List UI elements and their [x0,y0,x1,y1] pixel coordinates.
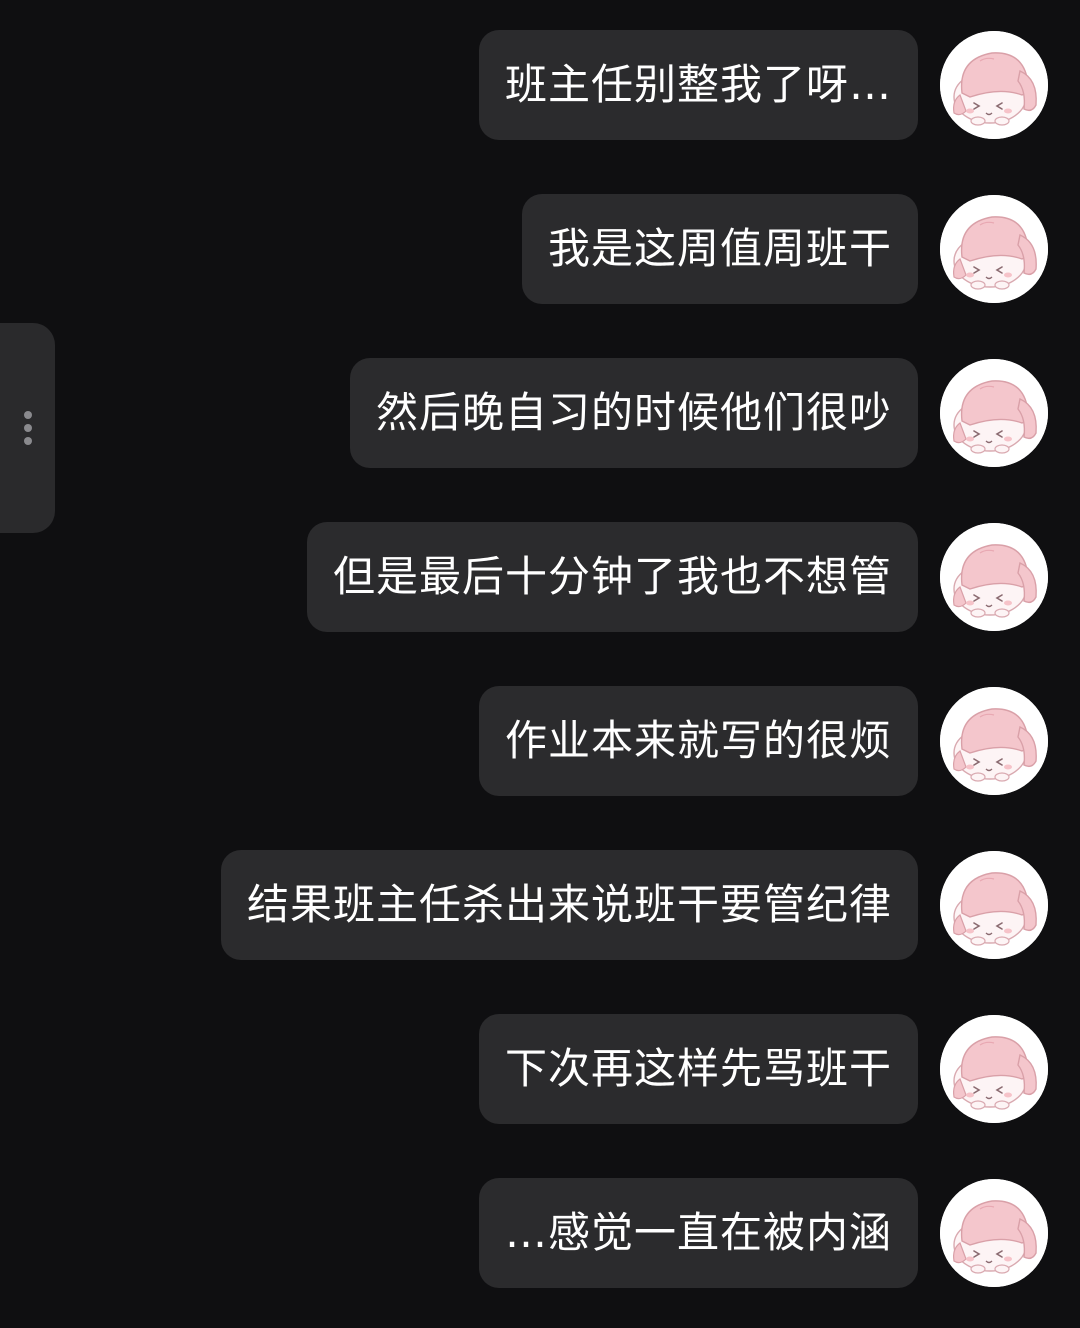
message-row: …感觉一直在被内涵 [0,1178,1080,1288]
message-text: 作业本来就写的很烦 [504,716,892,765]
message-bubble[interactable]: 结果班主任杀出来说班干要管纪律 [220,850,918,960]
pink-bunny-avatar-icon[interactable] [940,851,1048,959]
message-text: 班主任别整我了呀… [504,60,892,109]
message-bubble[interactable]: 我是这周值周班干 [521,194,918,304]
message-row: 结果班主任杀出来说班干要管纪律 [0,850,1080,960]
message-row: 下次再这样先骂班干 [0,1014,1080,1124]
message-text: 然后晚自习的时候他们很吵 [375,388,892,437]
message-text: 下次再这样先骂班干 [504,1044,892,1093]
message-bubble[interactable]: …感觉一直在被内涵 [478,1178,918,1288]
message-text: …感觉一直在被内涵 [504,1208,892,1257]
message-row: 然后晚自习的时候他们很吵 [0,358,1080,468]
pink-bunny-avatar-icon[interactable] [940,1015,1048,1123]
message-bubble[interactable]: 作业本来就写的很烦 [478,686,918,796]
message-text: 但是最后十分钟了我也不想管 [332,552,892,601]
message-text: 结果班主任杀出来说班干要管纪律 [246,880,892,929]
message-row: 我是这周值周班干 [0,194,1080,304]
message-row: 作业本来就写的很烦 [0,686,1080,796]
message-bubble[interactable]: 但是最后十分钟了我也不想管 [306,522,918,632]
pink-bunny-avatar-icon[interactable] [940,687,1048,795]
chat-screen: 班主任别整我了呀… 我是这周值周班干 然后晚自习的时候他们很吵 但是最后十分钟了… [0,0,1080,1328]
message-row: 班主任别整我了呀… [0,30,1080,140]
message-bubble[interactable]: 下次再这样先骂班干 [478,1014,918,1124]
pink-bunny-avatar-icon[interactable] [940,31,1048,139]
pink-bunny-avatar-icon[interactable] [940,195,1048,303]
pink-bunny-avatar-icon[interactable] [940,1179,1048,1287]
message-text: 我是这周值周班干 [547,224,892,273]
message-bubble[interactable]: 班主任别整我了呀… [478,30,918,140]
message-bubble[interactable]: 然后晚自习的时候他们很吵 [349,358,918,468]
message-row: 但是最后十分钟了我也不想管 [0,522,1080,632]
pink-bunny-avatar-icon[interactable] [940,359,1048,467]
pink-bunny-avatar-icon[interactable] [940,523,1048,631]
